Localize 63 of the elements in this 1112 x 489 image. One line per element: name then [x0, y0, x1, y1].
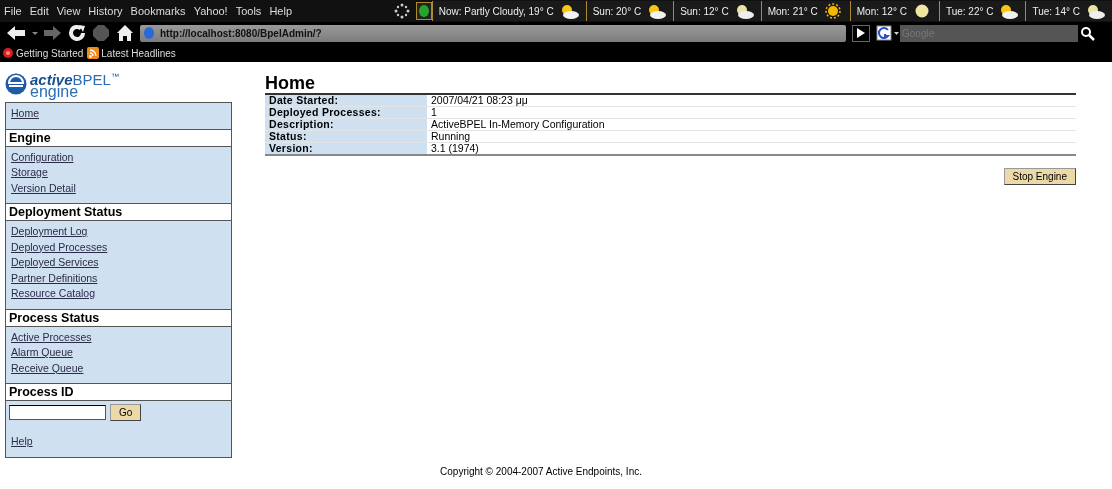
- flower-icon: [2, 47, 14, 59]
- reload-icon[interactable]: [68, 24, 86, 42]
- copyright-text: Copyright © 2004-2007 Active Endpoints, Inc.: [440, 466, 642, 477]
- play-icon: [857, 28, 865, 38]
- section-heading: Process Status: [6, 308, 231, 327]
- menu-item[interactable]: Tools: [235, 5, 262, 17]
- search-icon[interactable]: [1078, 24, 1096, 42]
- nav-link[interactable]: Partner Definitions: [6, 270, 98, 285]
- nav-link[interactable]: Help: [6, 434, 33, 449]
- back-arrow-icon[interactable]: [6, 25, 26, 41]
- row-value: ActiveBPEL In-Memory Configuration: [427, 118, 1076, 131]
- menu-item[interactable]: View: [56, 5, 81, 17]
- nav-link[interactable]: Resource Catalog: [6, 286, 96, 301]
- globe-icon: [144, 26, 154, 40]
- logo-subtitle: engine: [30, 85, 79, 98]
- nav-link[interactable]: Storage: [6, 165, 48, 180]
- nav-link[interactable]: Alarm Queue: [6, 345, 73, 360]
- address-bar[interactable]: http://localhost:8080/BpelAdmin/?: [140, 24, 846, 42]
- nav-link[interactable]: Version Detail: [6, 180, 76, 195]
- logo-icon: [5, 73, 27, 95]
- weather-forecast[interactable]: Mon: 12° C: [849, 1, 939, 21]
- stop-engine-button[interactable]: Stop Engine: [1003, 168, 1076, 185]
- menu-item[interactable]: Yahoo!: [193, 5, 228, 17]
- bookmark-link[interactable]: Getting Started: [2, 47, 84, 59]
- menu-item[interactable]: Help: [269, 5, 292, 17]
- menu-item[interactable]: Edit: [29, 5, 49, 17]
- row-value: 3.1 (1974): [427, 142, 1076, 155]
- section-heading: Engine: [6, 128, 231, 147]
- nav-link[interactable]: Receive Queue: [6, 360, 84, 375]
- search-engine-icon[interactable]: [876, 25, 900, 41]
- section-heading: Process ID: [6, 383, 231, 401]
- go-button[interactable]: [852, 24, 870, 42]
- logo-wordmark: activeBPEL$^{™}$: [30, 70, 119, 86]
- menu-item[interactable]: History: [88, 5, 123, 17]
- process-id-field[interactable]: [9, 405, 106, 420]
- stop-icon[interactable]: [92, 24, 110, 42]
- bookmark-link[interactable]: Latest Headlines: [87, 47, 176, 59]
- nav-link[interactable]: Active Processes: [6, 329, 92, 344]
- menu-item[interactable]: File: [4, 5, 22, 17]
- row-value: 1: [427, 106, 1076, 119]
- menu-item[interactable]: Bookmarks: [130, 5, 186, 17]
- status-icon[interactable]: [415, 2, 432, 20]
- forward-arrow-icon[interactable]: [44, 25, 62, 41]
- weather-forecast[interactable]: Sun: 20° C: [585, 1, 674, 21]
- nav-link[interactable]: Configuration: [6, 149, 74, 164]
- weather-forecast[interactable]: Now: Partly Cloudy, 19° C: [431, 1, 586, 21]
- home-icon[interactable]: [116, 24, 134, 42]
- row-value: 2007/04/21 08:23 μμ: [427, 94, 1076, 107]
- nav-link[interactable]: Deployed Processes: [6, 239, 108, 254]
- nav-link[interactable]: Deployed Services: [6, 255, 99, 270]
- nav-link[interactable]: Home: [6, 106, 39, 121]
- row-label: Date Started:: [265, 94, 427, 107]
- weather-forecast[interactable]: Mon: 21° C: [760, 1, 850, 21]
- go-button[interactable]: Go: [110, 404, 142, 421]
- section-heading: Deployment Status: [6, 203, 231, 221]
- weather-forecast[interactable]: Tue: 14° C: [1025, 1, 1112, 21]
- row-value: Running: [427, 130, 1076, 143]
- weather-forecast[interactable]: Sun: 12° C: [673, 1, 761, 21]
- weather-forecast[interactable]: Tue: 22° C: [938, 1, 1026, 21]
- page-title: Home: [265, 74, 316, 92]
- loading-icon[interactable]: [393, 3, 410, 19]
- nav-link[interactable]: Deployment Log: [6, 224, 88, 239]
- feed-icon: [87, 47, 100, 59]
